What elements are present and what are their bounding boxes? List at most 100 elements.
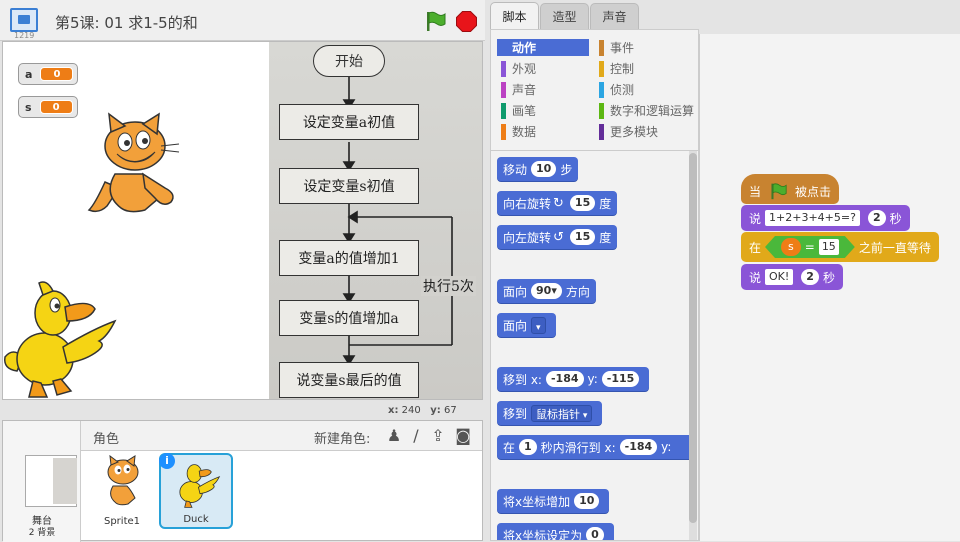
duck-thumbnail xyxy=(179,464,221,508)
block-text: 秒 xyxy=(822,270,835,285)
category-pen[interactable]: 画笔 xyxy=(497,102,589,119)
script-say-for-secs[interactable]: 说 OK! 2 秒 xyxy=(741,264,843,290)
operator-symbol: = xyxy=(804,240,815,254)
tab-costumes[interactable]: 造型 xyxy=(540,3,589,29)
block-input[interactable]: 0 xyxy=(586,527,604,540)
category-sound[interactable]: 声音 xyxy=(497,81,589,98)
stop-icon[interactable] xyxy=(456,11,477,32)
cat-sprite[interactable] xyxy=(85,112,181,216)
category-label: 侦测 xyxy=(610,83,635,97)
block-point-direction[interactable]: 面向 90▾ 方向 xyxy=(497,279,596,303)
flowchart-backdrop: 开始 设定变量a初值 设定变量s初值 变量a的值增加1 变量s的值增加a 说变量… xyxy=(269,42,482,399)
sprite-tile-duck[interactable]: i Duck xyxy=(159,453,233,529)
category-label: 声音 xyxy=(512,83,537,97)
variable-reporter[interactable]: s xyxy=(781,238,801,256)
category-label: 数据 xyxy=(512,125,537,139)
upload-icon[interactable]: ⇪ xyxy=(428,426,448,446)
tab-scripts[interactable]: 脚本 xyxy=(490,2,539,30)
category-label: 控制 xyxy=(610,62,635,76)
sprite-name: Duck xyxy=(183,514,209,525)
category-events[interactable]: 事件 xyxy=(595,39,687,56)
block-dropdown[interactable]: 鼠标指针 xyxy=(531,404,593,422)
category-more-blocks[interactable]: 更多模块 xyxy=(595,123,687,140)
block-input[interactable]: OK! xyxy=(765,269,794,285)
block-text: 面向 xyxy=(503,318,528,333)
block-palette: 移动10步 向右旋转↻15度 向左旋转↺15度 面向90▾方向 面向 移到 x:… xyxy=(490,151,699,541)
duck-sprite[interactable] xyxy=(3,277,121,400)
sprite-tile-sprite1[interactable]: Sprite1 xyxy=(85,453,159,529)
fullscreen-icon[interactable] xyxy=(10,8,38,32)
block-dropdown[interactable] xyxy=(531,316,546,334)
block-glide[interactable]: 在 1 秒内滑行到 x: -184 y: xyxy=(497,435,697,459)
editor-tabs: 脚本 造型 声音 xyxy=(490,0,700,30)
script-when-flag-clicked[interactable]: 当 被点击 xyxy=(741,174,840,204)
flowchart-lines xyxy=(342,77,453,366)
tab-sounds[interactable]: 声音 xyxy=(590,3,639,29)
sprite-panel: 舞台 2 背景 角色 新建角色: ♟ / ⇪ ◙ Sprite1 i Duck xyxy=(2,420,483,542)
variable-monitor-s[interactable]: s 0 xyxy=(18,96,78,118)
project-title[interactable]: 第5课: 01 求1-5的和 xyxy=(55,12,198,33)
flowchart-loop-label: 执行5次 xyxy=(421,276,476,296)
block-input[interactable]: -184 xyxy=(619,439,658,455)
category-operators[interactable]: 数字和逻辑运算 xyxy=(595,102,699,119)
stage[interactable]: a 0 s 0 开始 设定变量a初值 设定变量s初值 变量a的值增加1 变量s的… xyxy=(2,41,483,400)
script-area[interactable]: 当 被点击 说 1+2+3+4+5=? 2 秒 在 s = 15 之前一直等待 说 OK… xyxy=(699,34,960,541)
block-text: 面向 xyxy=(503,284,528,299)
block-text: 秒内滑行到 x: xyxy=(540,440,616,455)
block-text: 移到 xyxy=(503,406,528,421)
flowchart-step: 说变量s最后的值 xyxy=(279,362,419,398)
category-label: 外观 xyxy=(512,62,537,76)
variable-value: 0 xyxy=(39,100,73,114)
block-goto-xy[interactable]: 移到 x: -184 y: -115 xyxy=(497,367,650,391)
category-data[interactable]: 数据 xyxy=(497,123,589,140)
y-label: y: xyxy=(430,405,441,416)
category-sensing[interactable]: 侦测 xyxy=(595,81,687,98)
block-text: 将x坐标增加 xyxy=(503,494,571,509)
sprite-library-icon[interactable]: ♟ xyxy=(384,426,404,446)
block-input[interactable]: 2 xyxy=(801,269,819,285)
camera-icon[interactable]: ◙ xyxy=(453,426,473,446)
block-change-x[interactable]: 将x坐标增加 10 xyxy=(497,489,610,513)
variable-monitor-a[interactable]: a 0 xyxy=(18,63,79,85)
category-motion[interactable]: 动作 xyxy=(497,39,589,56)
block-text: 度 xyxy=(599,196,612,211)
cat-thumbnail xyxy=(107,455,139,506)
block-turn-left[interactable]: 向左旋转 ↺ 15 度 xyxy=(497,225,618,249)
block-categories: 动作 事件 外观 控制 声音 侦测 画笔 数字和逻辑运算 数据 更多模块 xyxy=(490,29,699,151)
category-looks[interactable]: 外观 xyxy=(497,60,589,77)
category-control[interactable]: 控制 xyxy=(595,60,687,77)
block-goto[interactable]: 移到 鼠标指针 xyxy=(497,401,603,425)
block-input[interactable]: 15 xyxy=(569,195,596,211)
block-input[interactable]: 1 xyxy=(519,439,537,455)
block-input[interactable]: -184 xyxy=(545,371,584,387)
paint-brush-icon[interactable]: / xyxy=(406,426,426,446)
block-input[interactable]: 10 xyxy=(531,161,557,177)
script-wait-until[interactable]: 在 s = 15 之前一直等待 xyxy=(741,232,939,262)
x-label: x: xyxy=(388,405,399,416)
palette-scrollbar-thumb[interactable] xyxy=(689,153,697,523)
block-set-x[interactable]: 将x坐标设定为 0 xyxy=(497,523,614,540)
rotate-clockwise-icon: ↻ xyxy=(553,195,564,211)
stage-column[interactable]: 舞台 2 背景 xyxy=(3,421,81,542)
green-flag-icon xyxy=(771,183,787,200)
block-input[interactable]: -115 xyxy=(601,371,640,387)
green-flag-icon[interactable] xyxy=(424,10,446,32)
block-input[interactable]: 2 xyxy=(867,210,886,226)
variable-name: a xyxy=(25,67,33,81)
script-say-for-secs[interactable]: 说 1+2+3+4+5=? 2 秒 xyxy=(741,205,910,231)
block-input[interactable]: 90▾ xyxy=(531,283,562,299)
y-value: 67 xyxy=(444,405,457,416)
block-text: 秒 xyxy=(889,211,902,226)
variable-value: 0 xyxy=(40,67,74,81)
block-text: 移动 xyxy=(503,162,528,177)
block-move-steps[interactable]: 移动 10 步 xyxy=(497,157,579,181)
block-point-towards[interactable]: 面向 xyxy=(497,313,556,337)
stage-thumbnail[interactable] xyxy=(25,455,77,507)
block-input[interactable]: 15 xyxy=(819,239,839,255)
block-input[interactable]: 15 xyxy=(569,229,596,245)
equals-operator[interactable]: s = 15 xyxy=(765,236,855,258)
block-text: 步 xyxy=(560,162,573,177)
block-input[interactable]: 10 xyxy=(574,493,600,509)
block-turn-right[interactable]: 向右旋转 ↻ 15 度 xyxy=(497,191,618,215)
block-input[interactable]: 1+2+3+4+5=? xyxy=(765,210,860,226)
